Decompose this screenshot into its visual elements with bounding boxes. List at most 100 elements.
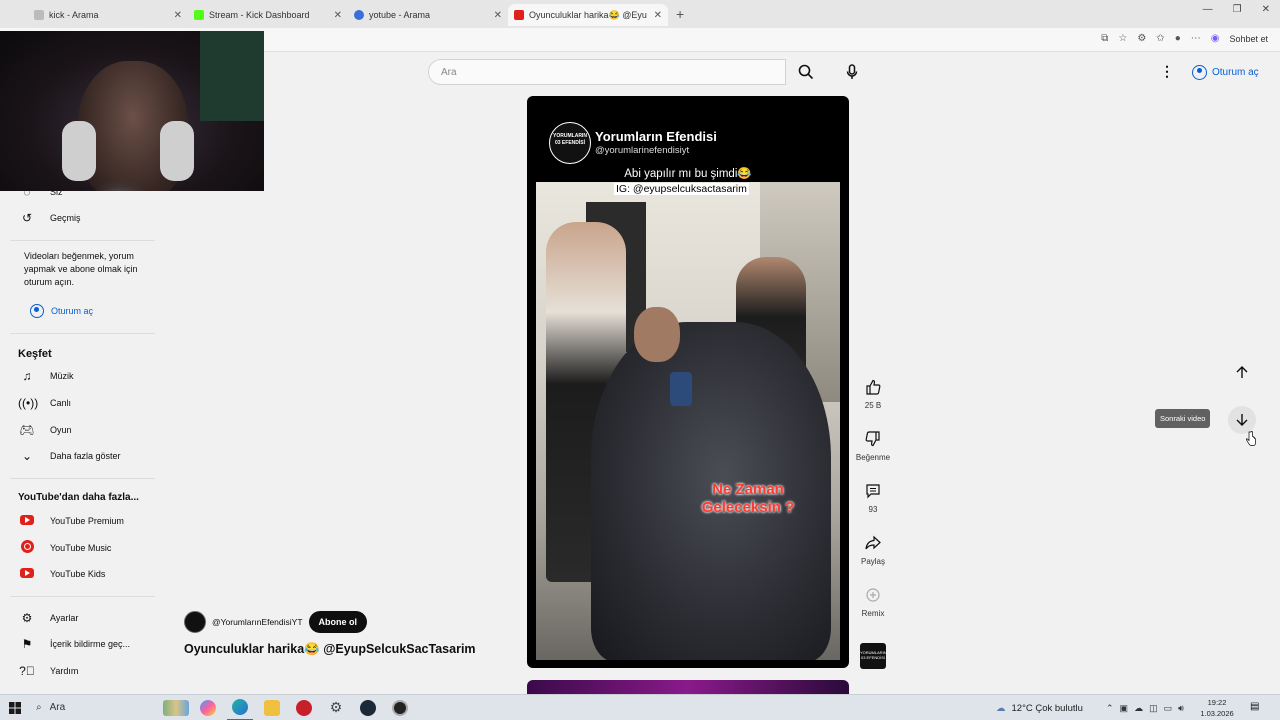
comments-button[interactable]: 93 bbox=[852, 480, 894, 514]
video-caption: Abi yapılır mı bu şimdi😂 bbox=[624, 168, 752, 180]
headphone-left bbox=[62, 121, 96, 181]
channel-avatar[interactable] bbox=[184, 611, 206, 633]
maximize-icon[interactable]: ❐ bbox=[1233, 4, 1242, 15]
browser-tab[interactable]: kick - Arama ✕ bbox=[28, 4, 188, 26]
browser-tab-active[interactable]: Oyunculuklar harika😂 @Eyu ✕ bbox=[508, 4, 668, 26]
like-button[interactable]: 25 B bbox=[852, 376, 894, 410]
sidebar-item-show-more[interactable]: ⌄ Daha fazla göster bbox=[18, 446, 121, 466]
tray-cloud-icon[interactable]: ☁ bbox=[1134, 703, 1143, 714]
voice-search-button[interactable] bbox=[840, 60, 864, 84]
notification-icon[interactable]: ▤ bbox=[1250, 701, 1259, 712]
taskbar-clock[interactable]: 19:22 1.03.2026 bbox=[1196, 697, 1238, 719]
taskbar-widget[interactable] bbox=[163, 695, 189, 720]
shorts-video-player[interactable]: YORUMLARIN 03 EFENDİSİ Yorumların Efendi… bbox=[527, 96, 849, 668]
cloudy-weather-icon: ☁ bbox=[996, 702, 1006, 714]
search-input[interactable]: Ara bbox=[428, 59, 786, 85]
sidebar-item-help[interactable]: ?⃝ Yardım bbox=[18, 661, 78, 681]
taskbar-steam-icon[interactable] bbox=[355, 695, 381, 720]
subscribe-button[interactable]: Abone ol bbox=[308, 611, 368, 633]
tab-title: Oyunculuklar harika😂 @Eyu bbox=[529, 9, 647, 20]
next-video-button[interactable] bbox=[1228, 406, 1256, 434]
windows-logo-icon bbox=[9, 701, 21, 714]
extensions-icon[interactable]: ⚙ bbox=[1137, 33, 1146, 44]
start-button[interactable] bbox=[0, 695, 30, 720]
youtube-kids-icon bbox=[18, 567, 36, 581]
video-channel-logo: YORUMLARIN 03 EFENDİSİ bbox=[549, 122, 591, 164]
channel-handle[interactable]: @YorumlarınEfendisiYT bbox=[212, 617, 303, 627]
sidebar-item-history[interactable]: ↺ Geçmiş bbox=[18, 208, 81, 228]
more-from-youtube-heading: YouTube'dan daha fazla... bbox=[18, 492, 139, 503]
speaker-icon[interactable]: 🔊︎ bbox=[1178, 703, 1184, 714]
taskbar-file-explorer-icon[interactable] bbox=[259, 695, 285, 720]
remix-button[interactable]: Remix bbox=[852, 584, 894, 618]
new-tab-button[interactable]: + bbox=[676, 6, 684, 22]
taskbar-weather[interactable]: ☁ 12°C Çok bulutlu bbox=[996, 695, 1083, 720]
sidebar-item-report-history[interactable]: ⚑ İçerik bildirme geç... bbox=[18, 634, 130, 654]
microphone-icon bbox=[846, 64, 858, 79]
more-icon[interactable]: ⋯ bbox=[1191, 33, 1201, 44]
app-available-icon[interactable]: ⧉ bbox=[1101, 33, 1108, 44]
history-icon: ↺ bbox=[21, 211, 33, 225]
tray-display-icon[interactable]: ▭ bbox=[1164, 703, 1173, 714]
sidebar-item-youtube-music[interactable]: YouTube Music bbox=[18, 538, 111, 558]
sidebar-item-youtube-kids[interactable]: YouTube Kids bbox=[18, 564, 105, 584]
sidebar-item-youtube-premium[interactable]: YouTube Premium bbox=[18, 511, 124, 531]
live-icon: ((•)) bbox=[18, 396, 39, 410]
sidebar-item-music[interactable]: ♫ Müzik bbox=[18, 366, 74, 386]
header-signin-button[interactable]: Oturum aç bbox=[1186, 60, 1265, 84]
taskbar-edge-icon[interactable] bbox=[227, 695, 253, 720]
search-icon: ⌕ bbox=[36, 702, 42, 713]
divider bbox=[10, 240, 155, 241]
share-icon bbox=[865, 535, 881, 550]
thumbs-down-icon bbox=[865, 431, 880, 447]
profile-icon[interactable]: ● bbox=[1175, 33, 1181, 44]
close-tab-icon[interactable]: ✕ bbox=[334, 10, 342, 21]
windows-taskbar: ⌕ Ara ⚙ ☁ 12°C Çok bulutlu ⌃ ▣ ☁ ◫ ▭ 🔊︎ … bbox=[0, 694, 1280, 720]
favorites-icon[interactable]: ✩ bbox=[1156, 33, 1164, 44]
mouse-cursor-icon bbox=[1246, 431, 1256, 446]
close-tab-icon[interactable]: ✕ bbox=[494, 10, 502, 21]
more-options-icon[interactable]: ⋮ bbox=[1160, 63, 1174, 79]
search-favicon-icon bbox=[34, 10, 44, 20]
close-tab-icon[interactable]: ✕ bbox=[654, 10, 662, 21]
taskbar-app-red-icon[interactable] bbox=[291, 695, 317, 720]
previous-video-button[interactable] bbox=[1228, 358, 1256, 386]
taskbar-obs-icon[interactable] bbox=[387, 695, 413, 720]
sidebar-item-gaming[interactable]: 🎮︎ Oyun bbox=[18, 420, 71, 440]
taskbar-search[interactable]: ⌕ Ara bbox=[30, 702, 160, 713]
dislike-button[interactable]: Beğenme bbox=[852, 428, 894, 462]
search-favicon-icon bbox=[354, 10, 364, 20]
chat-button[interactable]: Sohbet et bbox=[1229, 34, 1268, 44]
headphone-right bbox=[160, 121, 194, 181]
help-icon: ?⃝ bbox=[19, 664, 35, 678]
search-icon bbox=[798, 64, 814, 80]
share-button[interactable]: Paylaş bbox=[852, 532, 894, 566]
tray-app-icon[interactable]: ▣ bbox=[1120, 703, 1129, 714]
sidebar-signin-button[interactable]: Oturum aç bbox=[30, 304, 93, 318]
close-tab-icon[interactable]: ✕ bbox=[174, 10, 182, 21]
tray-network-icon[interactable]: ◫ bbox=[1149, 703, 1158, 714]
youtube-premium-icon bbox=[18, 514, 36, 528]
sidebar-item-settings[interactable]: ⚙ Ayarlar bbox=[18, 608, 79, 628]
next-video-preview[interactable] bbox=[527, 680, 849, 694]
comment-icon bbox=[866, 484, 880, 499]
copilot-icon[interactable]: ◉ bbox=[1211, 33, 1220, 44]
browser-tab[interactable]: Stream - Kick Dashboard ✕ bbox=[188, 4, 348, 26]
channel-thumbnail[interactable]: YORUMLARIN 03 EFENDİSİ bbox=[860, 643, 887, 669]
tab-title: yotube - Arama bbox=[369, 10, 431, 20]
arrow-down-icon bbox=[1236, 414, 1248, 426]
minimize-icon[interactable]: — bbox=[1203, 4, 1213, 15]
close-window-icon[interactable]: ✕ bbox=[1262, 4, 1270, 15]
taskbar-settings-icon[interactable]: ⚙ bbox=[323, 695, 349, 720]
browser-tab[interactable]: yotube - Arama ✕ bbox=[348, 4, 508, 26]
chevron-down-icon: ⌄ bbox=[21, 449, 33, 463]
account-icon bbox=[1192, 64, 1207, 80]
video-channel-handle: @yorumlarinefendisiyt bbox=[595, 145, 690, 156]
barbershop-scene bbox=[536, 182, 840, 660]
favorite-star-icon[interactable]: ☆ bbox=[1118, 33, 1127, 44]
chevron-up-icon[interactable]: ⌃ bbox=[1106, 703, 1114, 714]
gear-icon: ⚙ bbox=[21, 611, 33, 625]
sidebar-item-live[interactable]: ((•)) Canlı bbox=[18, 393, 71, 413]
search-button[interactable] bbox=[786, 59, 826, 85]
taskbar-copilot-icon[interactable] bbox=[195, 695, 221, 720]
